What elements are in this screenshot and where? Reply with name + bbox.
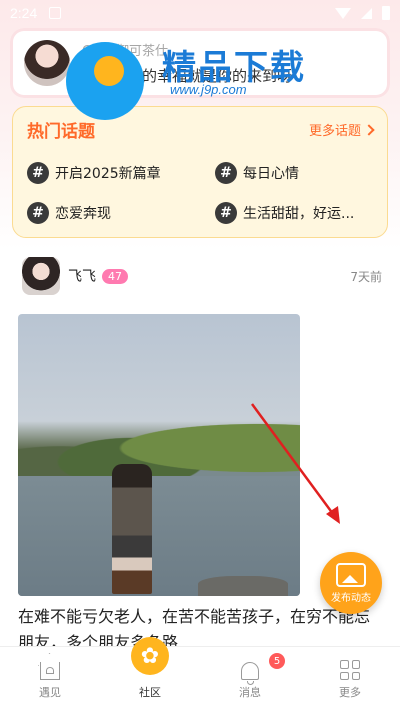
signal-icon xyxy=(361,7,372,19)
topic-label: 生活甜甜，好运... xyxy=(243,206,355,222)
home-heart-icon xyxy=(40,662,60,680)
photo-person xyxy=(112,464,152,594)
status-bar: 2:24 xyxy=(0,0,400,26)
nav-community[interactable]: ✿ 社区 xyxy=(100,637,200,712)
level-badge: 47 xyxy=(102,268,128,284)
topic-item[interactable]: # 开启2025新篇章 xyxy=(27,162,215,184)
nav-label: 遇见 xyxy=(39,686,61,699)
topic-item[interactable]: # 恋爱奔现 xyxy=(27,202,215,224)
topic-label: 开启2025新篇章 xyxy=(55,166,161,182)
grid-icon xyxy=(340,660,360,680)
nav-more[interactable]: 更多 xyxy=(300,647,400,712)
more-topics-label: 更多话题 xyxy=(308,124,361,139)
nav-messages[interactable]: 消息 xyxy=(200,647,300,712)
post-time: 7天前 xyxy=(350,269,382,284)
image-add-icon xyxy=(336,562,366,587)
hot-topics-card: 热门话题 更多话题 # 开启2025新篇章 # 每日心情 # 恋爱奔现 # 生活… xyxy=(12,106,388,238)
post-author-name[interactable]: 飞飞 xyxy=(68,266,96,286)
notice-user: CoCo御可茶仕 xyxy=(82,44,169,59)
notice-message: 哥哥，我的幸福就是你的来到呀 xyxy=(82,67,293,85)
battery-icon xyxy=(382,6,390,20)
hashtag-icon: # xyxy=(215,162,237,184)
more-topics-link[interactable]: 更多话题 xyxy=(308,120,375,139)
notice-banner[interactable]: CoCo御可茶仕 哥哥，我的幸福就是你的来到呀 xyxy=(10,28,390,98)
nav-label: 更多 xyxy=(339,686,361,699)
bottom-nav: 遇见 ✿ 社区 消息 更多 5 xyxy=(0,637,400,712)
post-author-avatar[interactable] xyxy=(22,257,60,295)
level-value: 47 xyxy=(108,269,122,283)
topic-label: 每日心情 xyxy=(243,166,299,182)
wifi-icon xyxy=(335,7,351,19)
nav-label: 社区 xyxy=(139,686,161,699)
topic-item[interactable]: # 生活甜甜，好运... xyxy=(215,202,385,224)
bell-icon xyxy=(241,662,259,685)
community-icon: ✿ xyxy=(131,637,169,675)
hashtag-icon: # xyxy=(27,162,49,184)
nav-label: 消息 xyxy=(239,686,261,699)
message-badge: 5 xyxy=(269,653,285,669)
topic-item[interactable]: # 每日心情 xyxy=(215,162,385,184)
hashtag-icon: # xyxy=(27,202,49,224)
hashtag-icon: # xyxy=(215,202,237,224)
post-header: 飞飞 47 7天前 xyxy=(22,256,382,296)
nav-encounter[interactable]: 遇见 xyxy=(0,647,100,712)
photo-rock xyxy=(198,576,288,596)
topic-label: 恋爱奔现 xyxy=(55,206,111,222)
chevron-right-icon xyxy=(363,123,375,136)
publish-post-label: 发布动态 xyxy=(331,592,371,604)
status-time: 2:24 xyxy=(10,5,38,21)
gallery-notification-icon xyxy=(49,7,62,19)
notice-avatar[interactable] xyxy=(24,40,70,86)
hot-topics-title: 热门话题 xyxy=(27,122,95,142)
post-text: 在难不能亏欠老人，在苦不能苦孩子，在穷不能忘朋友，多个朋友多条路 xyxy=(18,607,371,646)
red-arrow-annotation xyxy=(250,403,340,524)
publish-post-button[interactable]: 发布动态 xyxy=(320,552,382,614)
